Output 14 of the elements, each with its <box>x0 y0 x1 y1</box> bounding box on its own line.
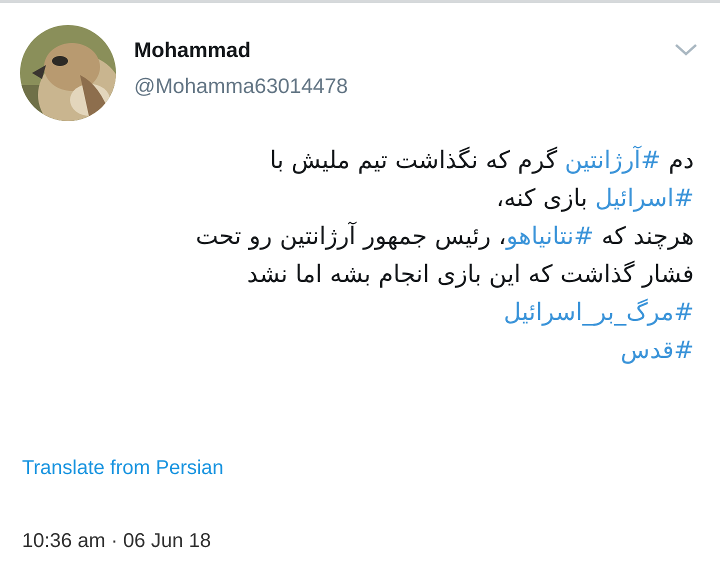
hashtag-link[interactable]: #مرگ_بر_اسرائیل <box>504 298 694 326</box>
author-handle[interactable]: @Mohamma63014478 <box>134 75 674 99</box>
author-name[interactable]: Mohammad <box>134 39 674 63</box>
hashtag-link[interactable]: #اسرائیل <box>595 184 694 212</box>
hashtag-link[interactable]: #نتانیاهو <box>506 222 594 250</box>
hashtag-link[interactable]: #آرژانتین <box>564 146 661 174</box>
tweet-text-line: دم #آرژانتین گرم که نگذاشت تیم ملیش با <box>268 144 694 176</box>
tweet-text-line: فشار گذاشت که این بازی انجام بشه اما نشد <box>246 259 694 290</box>
tweet-text-line: #اسرائیل بازی کنه، <box>495 183 694 214</box>
tweet-text-line: هرچند که #نتانیاهو، رئیس جمهور آرژانتین رو تحت <box>194 220 694 252</box>
timestamp: 10:36 am · 06 Jun 18 <box>22 530 212 553</box>
translate-link[interactable]: Translate from Persian <box>22 457 224 480</box>
hashtag-link[interactable]: #قدس <box>620 336 694 364</box>
chevron-down-icon[interactable] <box>674 43 698 57</box>
